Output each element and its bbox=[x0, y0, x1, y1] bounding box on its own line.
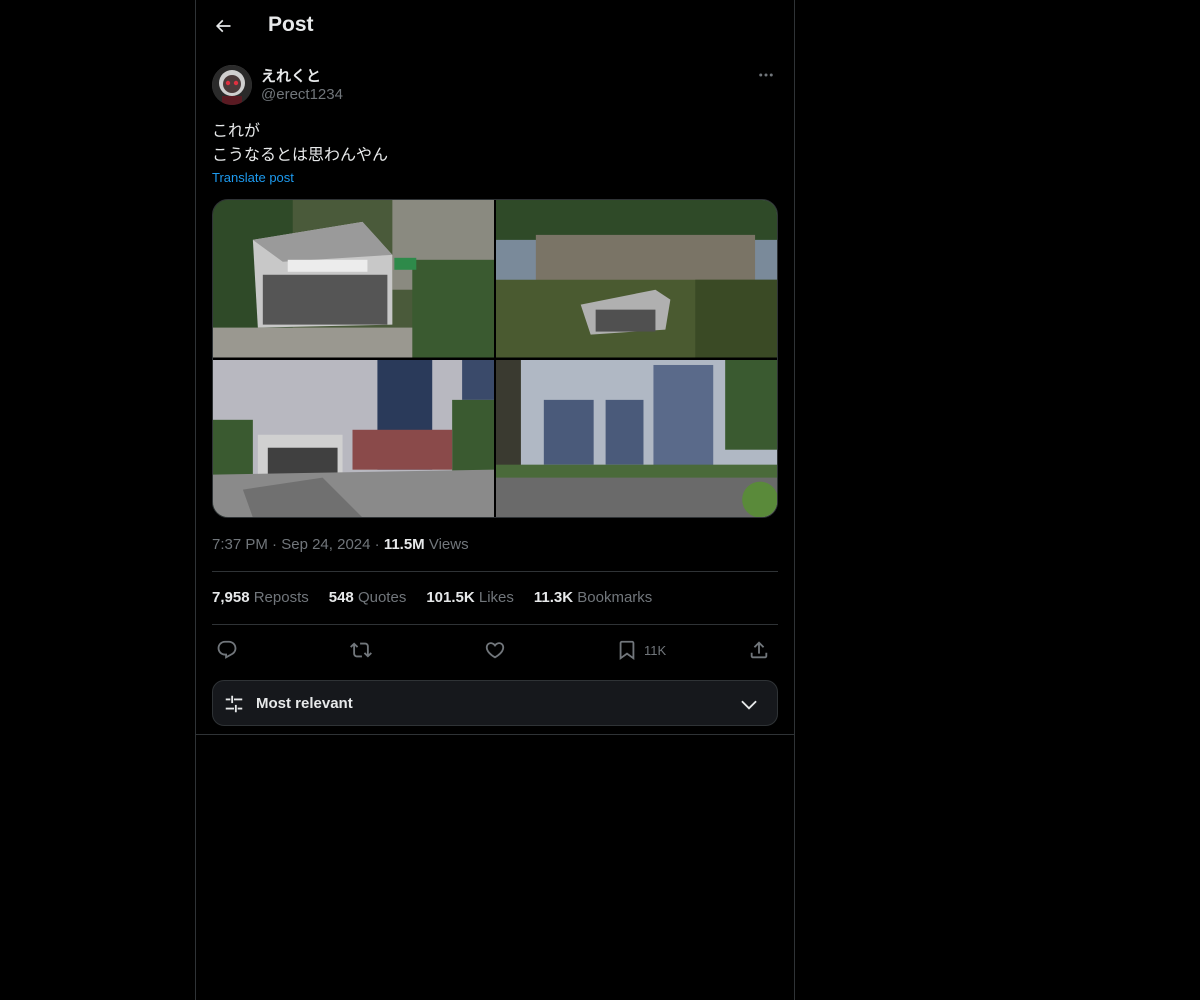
bookmarks-stat[interactable]: 11.3K Bookmarks bbox=[534, 589, 652, 606]
post-text-line-2: こうなるとは思わんやん bbox=[212, 147, 389, 164]
back-button[interactable] bbox=[206, 9, 240, 43]
avatar[interactable] bbox=[212, 65, 252, 105]
post-actions: 11K bbox=[212, 636, 778, 664]
more-options-button[interactable] bbox=[754, 63, 778, 87]
likes-label: Likes bbox=[478, 589, 514, 606]
post-media-grid bbox=[212, 199, 778, 518]
divider bbox=[212, 571, 778, 572]
repost-button[interactable] bbox=[350, 636, 372, 664]
bookmark-icon bbox=[619, 640, 635, 661]
post-time[interactable]: 7:37 PM bbox=[212, 536, 268, 553]
repost-icon bbox=[350, 642, 372, 658]
sliders-icon bbox=[225, 695, 243, 713]
page-title: Post bbox=[268, 13, 314, 36]
author-display-name[interactable]: えれくと bbox=[261, 65, 321, 86]
views-label: Views bbox=[428, 536, 469, 553]
post-photo-2[interactable] bbox=[496, 200, 777, 358]
quotes-count: 548 bbox=[328, 589, 354, 606]
quotes-label: Quotes bbox=[357, 589, 407, 606]
like-button[interactable] bbox=[484, 636, 506, 664]
views-count: 11.5M bbox=[383, 536, 425, 553]
reposts-label: Reposts bbox=[253, 589, 309, 606]
reply-icon bbox=[217, 640, 237, 659]
likes-count: 101.5K bbox=[426, 589, 475, 606]
reposts-count: 7,958 bbox=[212, 589, 250, 606]
post-text: これがこうなるとは思わんやん bbox=[212, 120, 778, 168]
bookmark-count: 11K bbox=[644, 642, 667, 658]
post-meta: 7:37 PM · Sep 24, 2024 · 11.5M Views bbox=[212, 536, 469, 553]
post-photo-1[interactable] bbox=[213, 200, 494, 358]
reply-button[interactable] bbox=[216, 636, 238, 664]
primary-column: Post えれくと @erect1234 これがこうなるとは思わんやん Tran… bbox=[195, 0, 795, 1000]
share-button[interactable] bbox=[748, 636, 770, 664]
more-horizontal-icon bbox=[759, 73, 773, 77]
post-author: えれくと @erect1234 bbox=[212, 65, 778, 107]
post-stats: 7,958 Reposts 548 Quotes 101.5K Likes 11… bbox=[212, 589, 652, 606]
bookmarks-count: 11.3K bbox=[533, 589, 574, 606]
post-photo-4[interactable] bbox=[496, 359, 777, 517]
chevron-down-icon bbox=[741, 700, 757, 710]
quotes-stat[interactable]: 548 Quotes bbox=[329, 589, 407, 606]
post-photo-3[interactable] bbox=[213, 359, 494, 517]
translate-post-link[interactable]: Translate post bbox=[212, 170, 294, 185]
bookmark-button[interactable]: 11K bbox=[616, 636, 666, 664]
post-text-line-1: これが bbox=[212, 123, 261, 140]
page-header: Post bbox=[196, 0, 794, 53]
divider bbox=[212, 624, 778, 625]
sort-label: Most relevant bbox=[256, 695, 353, 712]
reposts-stat[interactable]: 7,958 Reposts bbox=[212, 589, 309, 606]
meta-separator: · bbox=[374, 536, 384, 553]
bookmarks-label: Bookmarks bbox=[577, 589, 653, 606]
replies-sort-dropdown[interactable]: Most relevant bbox=[212, 680, 778, 726]
likes-stat[interactable]: 101.5K Likes bbox=[426, 589, 514, 606]
meta-separator: · bbox=[272, 536, 282, 553]
author-handle[interactable]: @erect1234 bbox=[261, 86, 343, 103]
share-icon bbox=[750, 641, 768, 659]
arrow-left-icon bbox=[215, 19, 231, 33]
heart-icon bbox=[485, 642, 505, 659]
divider bbox=[196, 734, 794, 735]
post-date[interactable]: Sep 24, 2024 bbox=[281, 536, 370, 553]
